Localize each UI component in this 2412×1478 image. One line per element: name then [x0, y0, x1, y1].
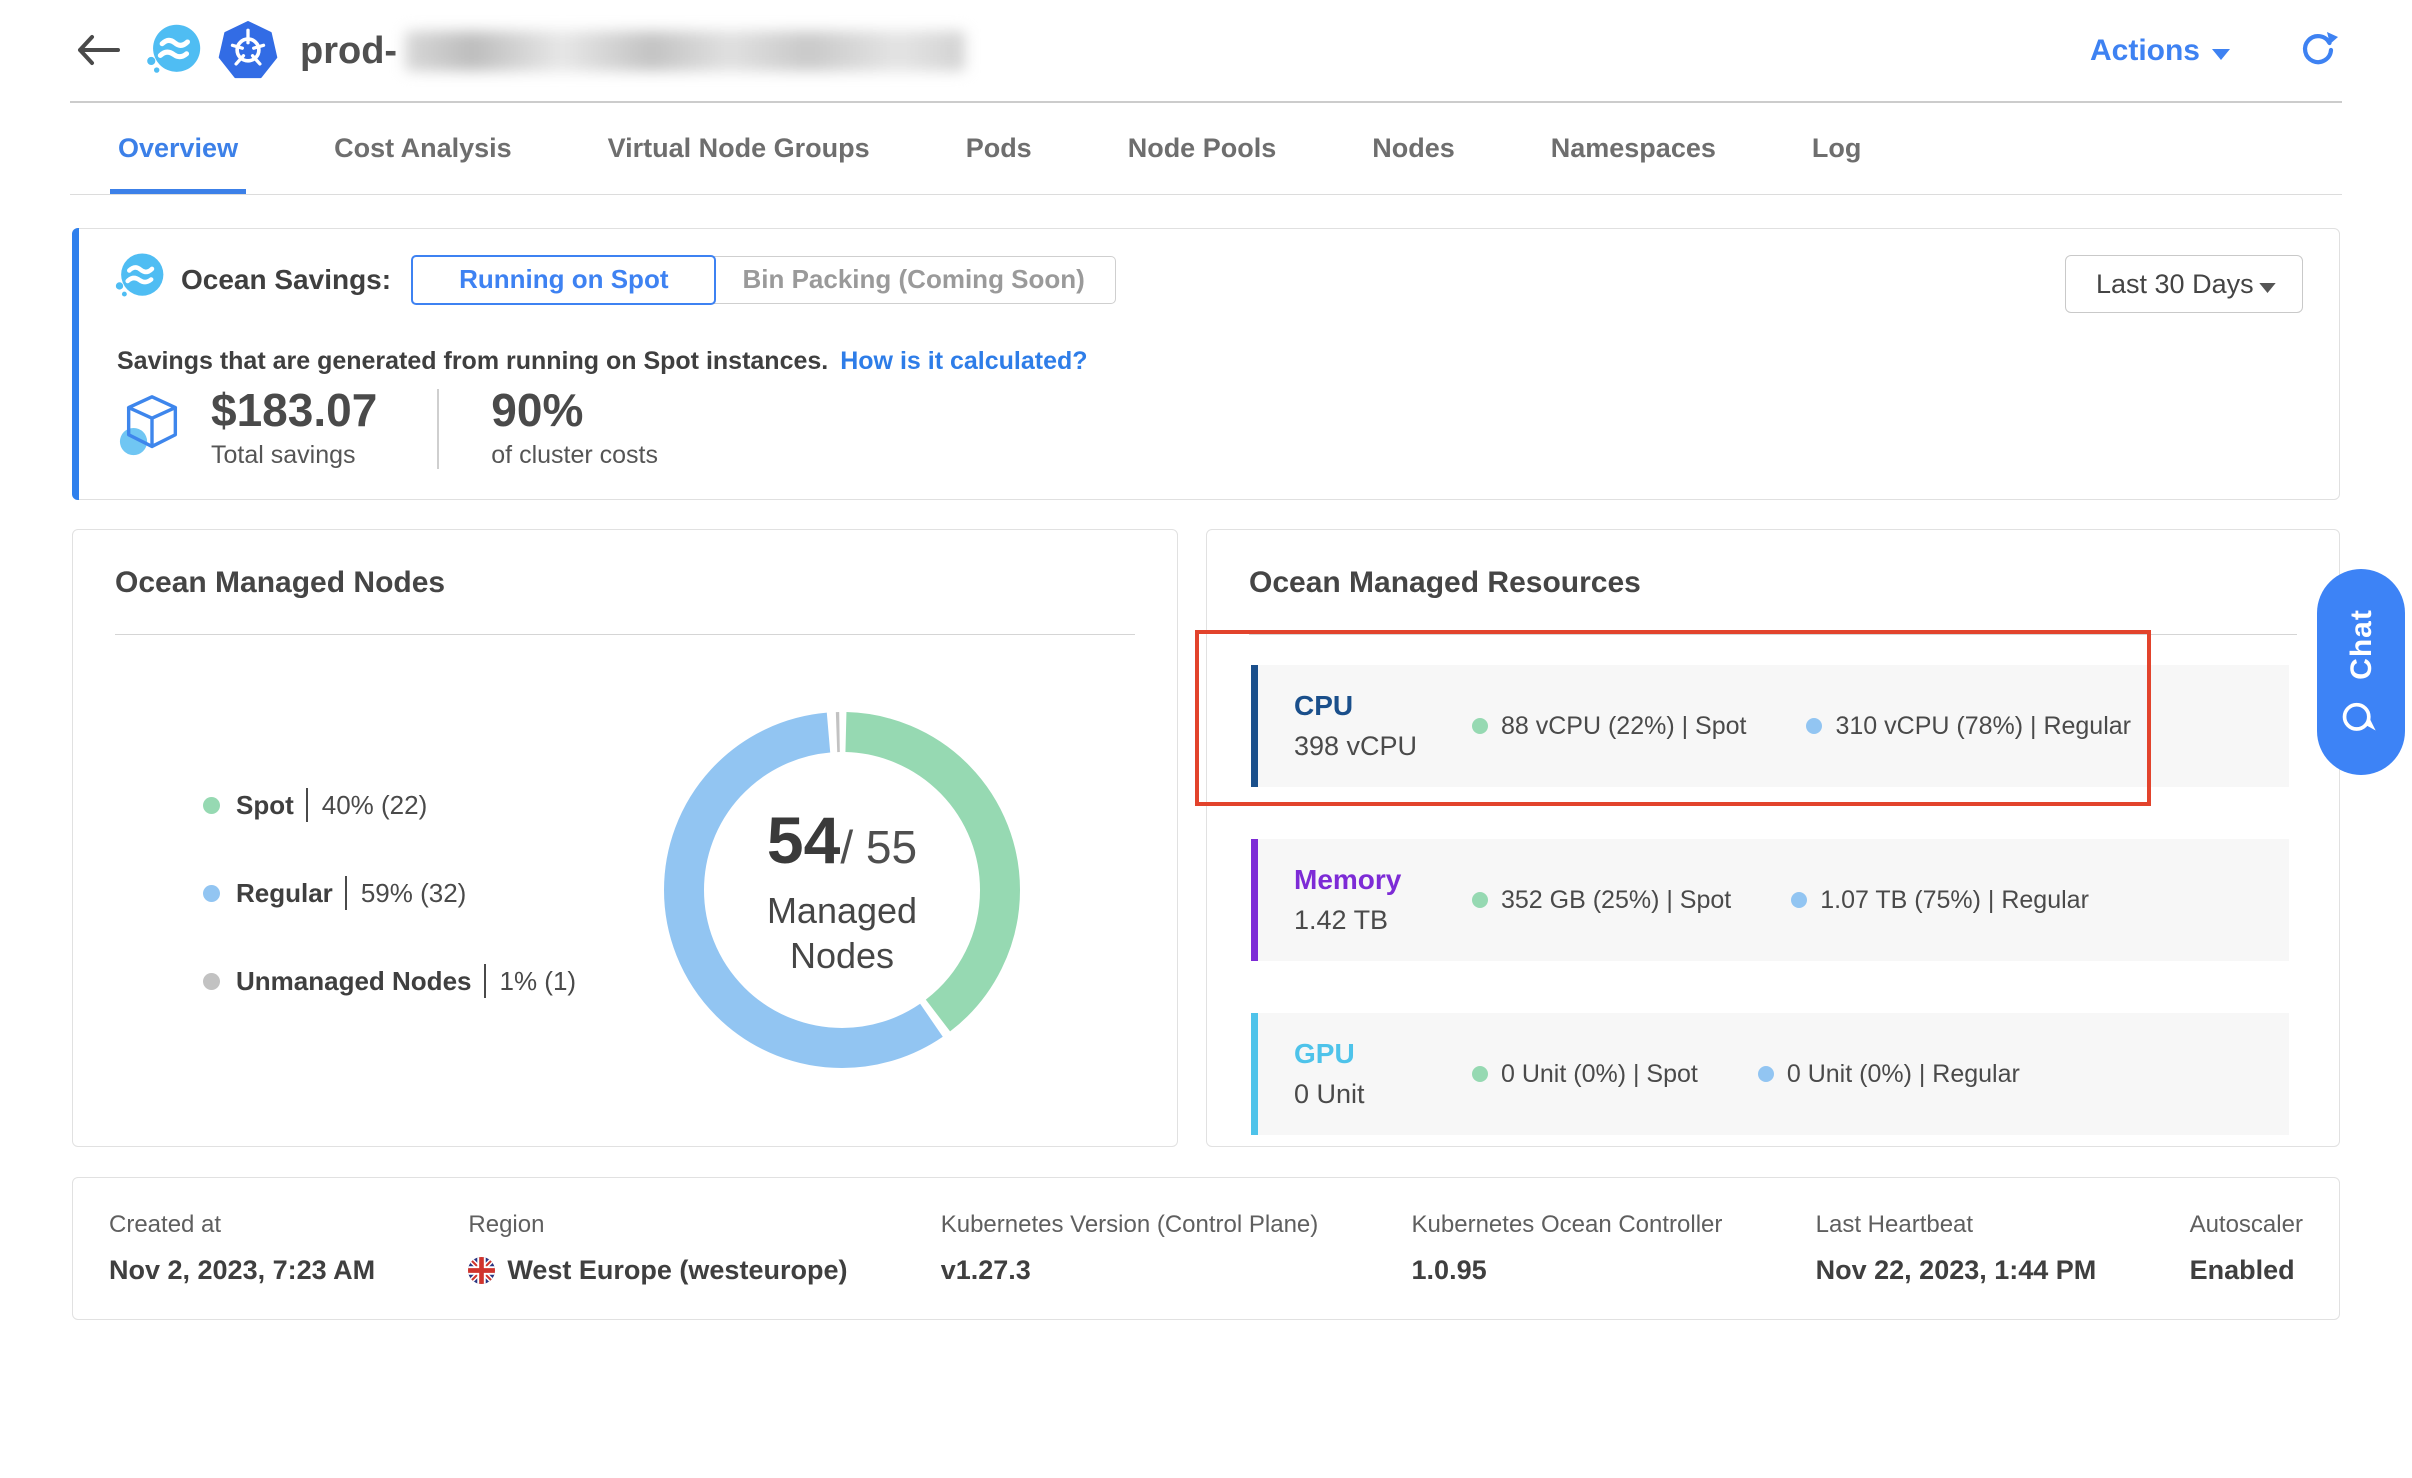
unmanaged-dot-icon: [203, 973, 220, 990]
donut-chart: [662, 710, 1022, 1070]
gpu-name: GPU: [1294, 1038, 1472, 1070]
gpu-total: 0 Unit: [1294, 1079, 1472, 1110]
card-divider: [1249, 634, 2297, 635]
back-button[interactable]: [70, 27, 126, 76]
tab-pods[interactable]: Pods: [966, 103, 1032, 194]
total-savings-amount: $183.07: [211, 387, 377, 433]
cpu-resource-row: CPU 398 vCPU 88 vCPU (22%) | Spot 310 vC…: [1251, 665, 2289, 787]
ocean-savings-label: Ocean Savings:: [181, 264, 391, 296]
k8s-version-item: Kubernetes Version (Control Plane) v1.27…: [941, 1211, 1319, 1286]
managed-resources-title: Ocean Managed Resources: [1249, 566, 1641, 600]
card-divider: [115, 634, 1135, 635]
redacted-cluster-name: [405, 31, 965, 71]
memory-resource-row: Memory 1.42 TB 352 GB (25%) | Spot 1.07 …: [1251, 839, 2289, 961]
legend-item-spot: Spot 40% (22): [203, 788, 576, 822]
running-on-spot-toggle[interactable]: Running on Spot: [411, 255, 716, 305]
cluster-info-bar: Created at Nov 2, 2023, 7:23 AM Region: [72, 1177, 2340, 1320]
regular-dot-icon: [1758, 1066, 1774, 1082]
refresh-icon: [2298, 30, 2338, 73]
refresh-button[interactable]: [2294, 26, 2342, 77]
total-savings-label: Total savings: [211, 441, 377, 470]
actions-button[interactable]: Actions: [2084, 33, 2236, 69]
ocean-logo-icon: [144, 22, 202, 80]
tab-log[interactable]: Log: [1812, 103, 1861, 194]
legend-separator: [484, 964, 486, 998]
managed-nodes-title: Ocean Managed Nodes: [115, 566, 445, 600]
tab-cost-analysis[interactable]: Cost Analysis: [334, 103, 512, 194]
ocean-savings-icon: [113, 251, 165, 308]
last-heartbeat-item: Last Heartbeat Nov 22, 2023, 1:44 PM: [1816, 1211, 2097, 1286]
regular-dot-icon: [1791, 892, 1807, 908]
savings-accent-bar: [72, 228, 79, 500]
spot-dot-icon: [1472, 892, 1488, 908]
chat-bubble-icon: [2341, 697, 2382, 735]
spot-dot-icon: [1472, 718, 1488, 734]
autoscaler-item: Autoscaler Enabled: [2190, 1211, 2303, 1286]
ocean-controller-item: Kubernetes Ocean Controller 1.0.95: [1412, 1211, 1723, 1286]
chevron-down-icon: [2259, 269, 2276, 300]
memory-spot-stat: 352 GB (25%) | Spot: [1472, 886, 1731, 915]
managed-resources-card: Ocean Managed Resources CPU 398 vCPU 88 …: [1206, 529, 2340, 1147]
cpu-regular-stat: 310 vCPU (78%) | Regular: [1806, 712, 2131, 741]
ocean-savings-panel: Ocean Savings: Running on Spot Bin Packi…: [72, 228, 2340, 500]
regular-dot-icon: [203, 885, 220, 902]
tab-node-pools[interactable]: Node Pools: [1128, 103, 1277, 194]
chevron-down-icon: [2212, 34, 2230, 68]
tab-bar: Overview Cost Analysis Virtual Node Grou…: [70, 103, 2342, 195]
stats-divider: [437, 389, 439, 469]
legend-item-regular: Regular 59% (32): [203, 876, 576, 910]
region-item: Region West Europe (westeurope): [468, 1211, 847, 1286]
gpu-resource-row: GPU 0 Unit 0 Unit (0%) | Spot 0 Unit (0%…: [1251, 1013, 2289, 1135]
tab-nodes[interactable]: Nodes: [1372, 103, 1455, 194]
spot-dot-icon: [203, 797, 220, 814]
cpu-spot-stat: 88 vCPU (22%) | Spot: [1472, 712, 1746, 741]
uk-flag-icon: [468, 1257, 495, 1284]
cube-icon: [117, 391, 187, 466]
gpu-regular-stat: 0 Unit (0%) | Regular: [1758, 1060, 2020, 1089]
memory-name: Memory: [1294, 864, 1472, 896]
legend-separator: [306, 788, 308, 822]
memory-total: 1.42 TB: [1294, 905, 1472, 936]
tab-overview[interactable]: Overview: [118, 103, 238, 194]
period-dropdown[interactable]: Last 30 Days: [2065, 255, 2303, 313]
savings-percent-label: of cluster costs: [491, 441, 658, 470]
gpu-spot-stat: 0 Unit (0%) | Spot: [1472, 1060, 1698, 1089]
legend-separator: [345, 876, 347, 910]
savings-percent: 90%: [491, 387, 658, 433]
cpu-name: CPU: [1294, 690, 1472, 722]
cpu-total: 398 vCPU: [1294, 731, 1472, 762]
page: prod- Actions Overview Cos: [0, 0, 2412, 1478]
tab-namespaces[interactable]: Namespaces: [1551, 103, 1716, 194]
savings-stats: $183.07 Total savings 90% of cluster cos…: [117, 387, 658, 470]
bin-packing-toggle[interactable]: Bin Packing (Coming Soon): [712, 256, 1115, 304]
savings-mode-toggle: Running on Spot Bin Packing (Coming Soon…: [411, 255, 1116, 305]
cluster-title: prod-: [300, 30, 965, 73]
regular-dot-icon: [1806, 718, 1822, 734]
header: prod- Actions: [0, 0, 2412, 102]
spot-dot-icon: [1472, 1066, 1488, 1082]
savings-description: Savings that are generated from running …: [117, 347, 1088, 376]
legend-item-unmanaged: Unmanaged Nodes 1% (1): [203, 964, 576, 998]
how-calculated-link[interactable]: How is it calculated?: [840, 347, 1087, 375]
back-arrow-icon: [76, 33, 120, 70]
nodes-legend: Spot 40% (22) Regular 59% (32) Unmanaged…: [203, 788, 576, 998]
kubernetes-icon: [218, 21, 278, 81]
created-at-item: Created at Nov 2, 2023, 7:23 AM: [109, 1211, 375, 1286]
tab-virtual-node-groups[interactable]: Virtual Node Groups: [608, 103, 870, 194]
chat-button[interactable]: Chat: [2317, 569, 2405, 775]
managed-nodes-card: Ocean Managed Nodes Spot 40% (22) Regula…: [72, 529, 1178, 1147]
memory-regular-stat: 1.07 TB (75%) | Regular: [1791, 886, 2089, 915]
